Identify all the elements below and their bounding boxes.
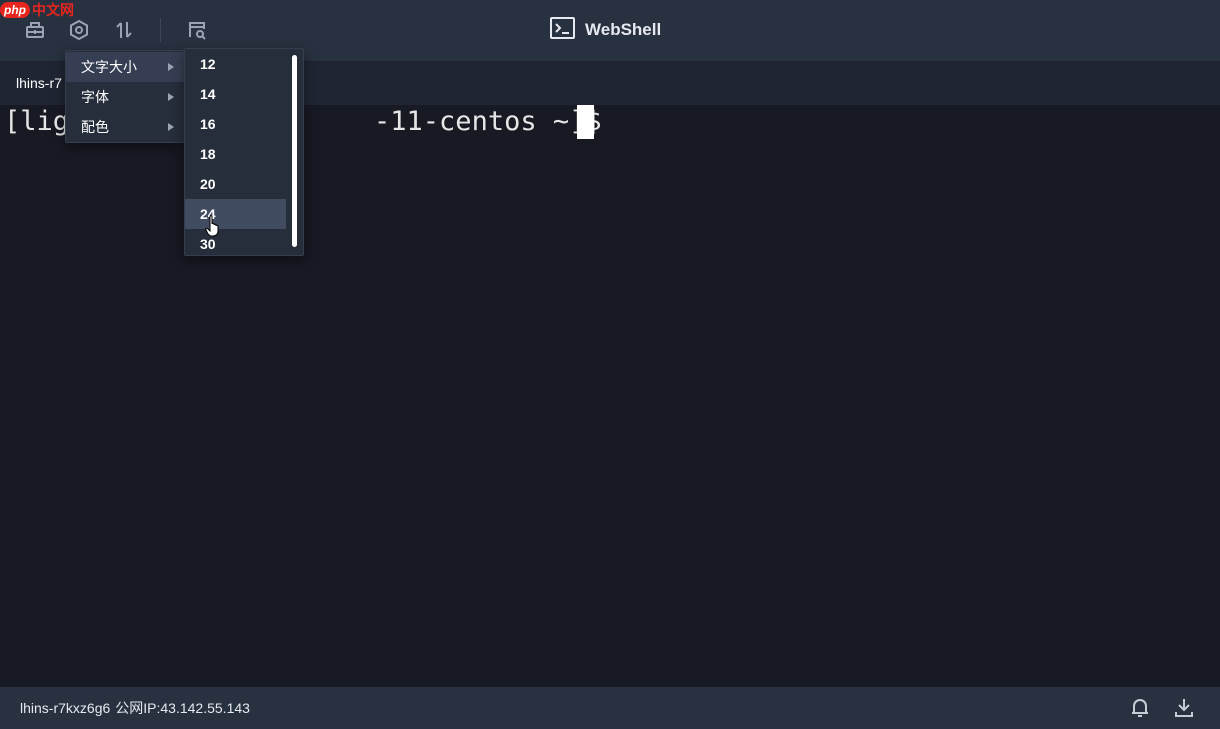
- font-size-option-18[interactable]: 18: [185, 139, 286, 169]
- status-info: lhins-r7kxz6g6 公网IP:43.142.55.143: [20, 687, 250, 729]
- submenu-scrollbar[interactable]: [292, 55, 297, 247]
- watermark-badge: php: [0, 2, 30, 18]
- settings-icon[interactable]: [67, 18, 91, 42]
- instance-name: lhins-r7kxz6g6: [20, 700, 111, 716]
- menu-item-font[interactable]: 字体: [66, 82, 184, 112]
- toolbar-divider: [160, 18, 161, 42]
- prompt-left: [lig: [4, 106, 70, 137]
- font-size-option-24[interactable]: 24: [185, 199, 286, 229]
- terminal-area[interactable]: [lig -11-centos ~]$: [0, 105, 1220, 687]
- menu-item-label: 配色: [81, 119, 109, 135]
- font-size-option-12[interactable]: 12: [185, 49, 286, 79]
- window-title: WebShell: [550, 16, 662, 44]
- terminal-icon: [550, 16, 575, 44]
- menu-item-label: 字体: [81, 89, 109, 105]
- menu-item-color-scheme[interactable]: 配色: [66, 112, 184, 142]
- bell-icon[interactable]: [1129, 697, 1151, 719]
- hand-pointer-icon: [205, 215, 221, 242]
- font-size-option-30[interactable]: 30: [185, 229, 286, 255]
- title-text: WebShell: [585, 20, 662, 39]
- transfer-icon[interactable]: [112, 18, 136, 42]
- ip-label: 公网IP:: [115, 700, 161, 716]
- download-icon[interactable]: [1173, 697, 1195, 719]
- session-icon[interactable]: [23, 18, 47, 42]
- ip-address: 43.142.55.143: [160, 700, 250, 716]
- terminal-cursor: [577, 105, 594, 139]
- ip-info: 公网IP:43.142.55.143: [115, 698, 250, 718]
- chevron-right-icon: [168, 93, 174, 101]
- chevron-right-icon: [168, 63, 174, 71]
- watermark-logo: php 中文网: [0, 0, 74, 20]
- font-size-option-16[interactable]: 16: [185, 109, 286, 139]
- watermark-text: 中文网: [32, 3, 74, 19]
- chevron-right-icon: [168, 123, 174, 131]
- file-manager-icon[interactable]: [185, 18, 209, 42]
- settings-menu: 文字大小 字体 配色: [65, 50, 185, 143]
- menu-item-label: 文字大小: [81, 59, 137, 75]
- status-bar: lhins-r7kxz6g6 公网IP:43.142.55.143: [0, 687, 1220, 729]
- font-size-submenu: 12 14 16 18 20 24 30: [184, 48, 304, 256]
- menu-item-font-size[interactable]: 文字大小: [66, 52, 184, 82]
- font-size-option-20[interactable]: 20: [185, 169, 286, 199]
- font-size-option-14[interactable]: 14: [185, 79, 286, 109]
